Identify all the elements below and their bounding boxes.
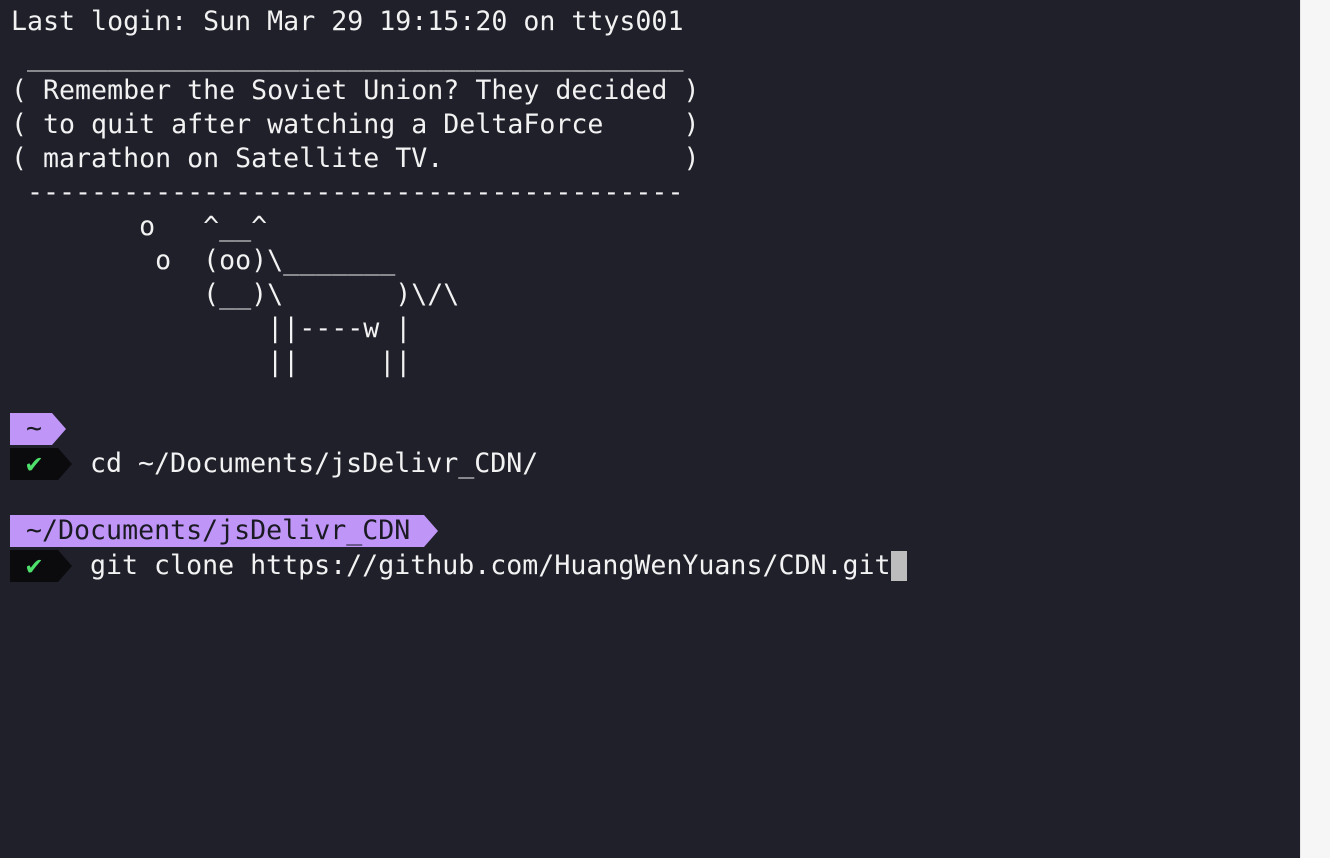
prompt-directory-segment: ~/Documents/jsDelivr_CDN — [10, 515, 439, 547]
command-text: cd ~/Documents/jsDelivr_CDN/ — [90, 448, 539, 479]
powerline-arrow-icon — [52, 413, 67, 445]
prompt-command-line[interactable]: ✔ git clone https://github.com/HuangWenY… — [10, 550, 907, 582]
scrollbar[interactable] — [1300, 0, 1330, 858]
check-icon: ✔ — [10, 448, 58, 480]
cowsay-line: ( Remember the Soviet Union? They decide… — [11, 75, 700, 106]
cow-art-line: ||----w | — [11, 313, 412, 344]
powerline-arrow-icon — [58, 550, 72, 582]
prompt-directory-label: ~/Documents/jsDelivr_CDN — [10, 515, 425, 547]
check-icon: ✔ — [10, 550, 58, 582]
command-input[interactable]: git clone https://github.com/HuangWenYua… — [90, 550, 891, 582]
cow-art-line: || || — [11, 347, 412, 378]
powerline-arrow-icon — [58, 448, 72, 480]
prompt-directory-segment: ~ — [10, 413, 67, 445]
cow-art-line: o (oo)\_______ — [11, 245, 396, 276]
cowsay-top-border: ________________________________________… — [11, 41, 684, 72]
cow-art-line: o ^__^ — [11, 211, 268, 242]
terminal-window[interactable]: Last login: Sun Mar 29 19:15:20 on ttys0… — [0, 0, 1300, 858]
cow-art-line: (__)\ )\/\ — [11, 279, 460, 310]
prompt-directory-label: ~ — [10, 413, 53, 445]
last-login-line: Last login: Sun Mar 29 19:15:20 on ttys0… — [11, 6, 684, 37]
prompt-command-line: ✔ cd ~/Documents/jsDelivr_CDN/ — [10, 448, 538, 480]
cowsay-line: ( marathon on Satellite TV. ) — [11, 143, 700, 174]
cowsay-line: ( to quit after watching a DeltaForce ) — [11, 109, 700, 140]
text-cursor — [890, 551, 907, 581]
cowsay-bottom-border: ----------------------------------------… — [11, 177, 684, 208]
powerline-arrow-icon — [424, 515, 439, 547]
